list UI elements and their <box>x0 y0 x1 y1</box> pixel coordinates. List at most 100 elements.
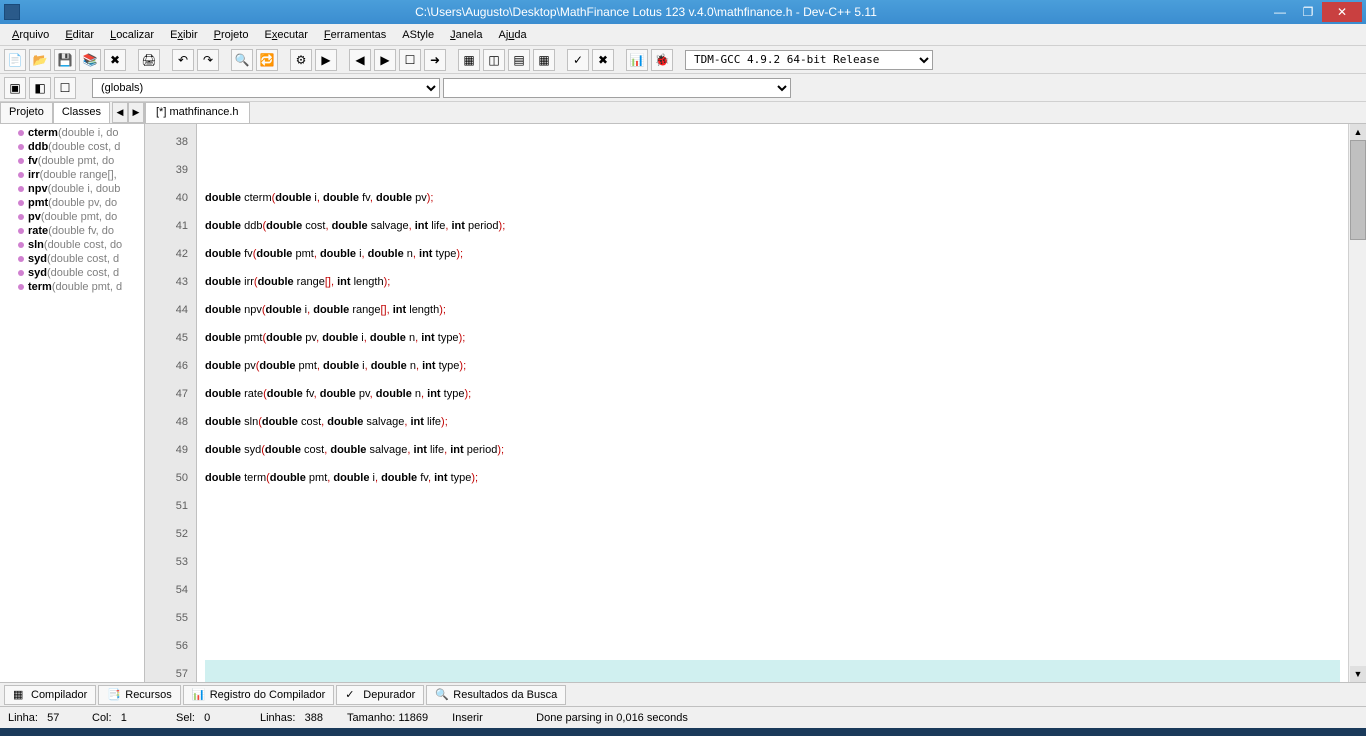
minimize-button[interactable]: — <box>1266 2 1294 22</box>
sidebar-tab-classes[interactable]: Classes <box>53 102 110 123</box>
tab-depurador[interactable]: ✓Depurador <box>336 685 424 705</box>
menu-ferramentas[interactable]: Ferramentas <box>316 27 394 43</box>
scroll-down-icon[interactable]: ▼ <box>1350 666 1366 682</box>
tab-label: Recursos <box>125 689 171 701</box>
menu-label: da <box>514 29 526 41</box>
class-item[interactable]: rate (double fv, do <box>2 224 142 238</box>
insert-button[interactable]: ◧ <box>29 77 51 99</box>
class-item[interactable]: cterm (double i, do <box>2 126 142 140</box>
class-item[interactable]: ddb (double cost, d <box>2 140 142 154</box>
close-button[interactable]: ✕ <box>1322 2 1362 22</box>
tab-compilador[interactable]: ▦Compilador <box>4 685 96 705</box>
class-item[interactable]: npv (double i, doub <box>2 182 142 196</box>
code-content[interactable]: double cterm(double i, double fv, double… <box>197 124 1348 682</box>
menu-janela[interactable]: Janela <box>442 27 490 43</box>
compile-button[interactable]: ⚙ <box>290 49 312 71</box>
save-all-button[interactable]: 📚 <box>79 49 101 71</box>
grid1-icon[interactable]: ▦ <box>458 49 480 71</box>
menu-label: rquivo <box>19 29 49 41</box>
function-icon <box>18 256 24 262</box>
function-icon <box>18 228 24 234</box>
function-signature: (double pmt, d <box>52 281 122 293</box>
class-item[interactable]: fv (double pmt, do <box>2 154 142 168</box>
function-signature: (double i, doub <box>48 183 121 195</box>
menu-label: erramentas <box>331 29 387 41</box>
debug-button[interactable]: 🐞 <box>651 49 673 71</box>
nav-fwd-button[interactable]: ▶ <box>374 49 396 71</box>
vertical-scrollbar[interactable]: ▲ ▼ <box>1348 124 1366 682</box>
grid2-icon[interactable]: ◫ <box>483 49 505 71</box>
compiler-select[interactable]: TDM-GCC 4.9.2 64-bit Release <box>685 50 933 70</box>
status-sel: Sel: 0 <box>176 712 236 724</box>
new-class-button[interactable]: ▣ <box>4 77 26 99</box>
menu-ajuda[interactable]: Ajuda <box>491 27 535 43</box>
sidebar-scroll-left[interactable]: ◀ <box>112 102 128 123</box>
sidebar: Projeto Classes ◀ ▶ cterm (double i, dod… <box>0 102 145 682</box>
function-icon <box>18 242 24 248</box>
bookmark2-button[interactable]: ☐ <box>54 77 76 99</box>
member-select[interactable] <box>443 78 791 98</box>
class-item[interactable]: irr (double range[], <box>2 168 142 182</box>
new-file-button[interactable]: 📄 <box>4 49 26 71</box>
goto-button[interactable]: ➜ <box>424 49 446 71</box>
menu-localizar[interactable]: Localizar <box>102 27 162 43</box>
save-button[interactable]: 💾 <box>54 49 76 71</box>
print-button[interactable]: 🖨 <box>138 49 160 71</box>
run-button[interactable]: ▶ <box>315 49 337 71</box>
menu-label: ecutar <box>277 29 308 41</box>
undo-button[interactable]: ↶ <box>172 49 194 71</box>
function-signature: (double fv, do <box>48 225 114 237</box>
menu-projeto[interactable]: Projeto <box>206 27 257 43</box>
menu-editar[interactable]: Editar <box>57 27 102 43</box>
tab-registro[interactable]: 📊Registro do Compilador <box>183 685 335 705</box>
class-item[interactable]: syd (double cost, d <box>2 252 142 266</box>
class-item[interactable]: pv (double pmt, do <box>2 210 142 224</box>
replace-button[interactable]: 🔁 <box>256 49 278 71</box>
class-item[interactable]: sln (double cost, do <box>2 238 142 252</box>
status-linhas: Linhas: 388 <box>260 712 323 724</box>
bookmark-button[interactable]: ☐ <box>399 49 421 71</box>
profile-button[interactable]: 📊 <box>626 49 648 71</box>
function-icon <box>18 158 24 164</box>
titlebar: C:\Users\Augusto\Desktop\MathFinance Lot… <box>0 0 1366 24</box>
cancel-button[interactable]: ✖ <box>592 49 614 71</box>
menu-astyle[interactable]: AStyle <box>394 27 442 43</box>
find-button[interactable]: 🔍 <box>231 49 253 71</box>
open-file-button[interactable]: 📂 <box>29 49 51 71</box>
function-name: syd <box>28 253 47 265</box>
search-icon: 🔍 <box>435 688 449 702</box>
scroll-up-icon[interactable]: ▲ <box>1350 124 1366 140</box>
sidebar-tab-projeto[interactable]: Projeto <box>0 102 53 123</box>
grid3-icon[interactable]: ▤ <box>508 49 530 71</box>
function-name: pmt <box>28 197 48 209</box>
function-name: syd <box>28 267 47 279</box>
function-signature: (double cost, do <box>44 239 122 251</box>
grid4-icon[interactable]: ▦ <box>533 49 555 71</box>
function-name: irr <box>28 169 40 181</box>
scroll-thumb[interactable] <box>1350 140 1366 240</box>
code-editor[interactable]: 3839404142434445464748495051525354555657… <box>145 124 1366 682</box>
menu-label: anela <box>456 29 483 41</box>
menu-label: rojeto <box>221 29 249 41</box>
scope-select[interactable]: (globals) <box>92 78 440 98</box>
editor-tab-mathfinance[interactable]: [*] mathfinance.h <box>145 102 250 123</box>
tab-resultados[interactable]: 🔍Resultados da Busca <box>426 685 566 705</box>
menu-arquivo[interactable]: Arquivo <box>4 27 57 43</box>
class-item[interactable]: term (double pmt, d <box>2 280 142 294</box>
class-item[interactable]: syd (double cost, d <box>2 266 142 280</box>
resource-icon: 📑 <box>107 688 121 702</box>
sidebar-scroll-right[interactable]: ▶ <box>128 102 144 123</box>
check-button[interactable]: ✓ <box>567 49 589 71</box>
class-item[interactable]: pmt (double pv, do <box>2 196 142 210</box>
menu-exibir[interactable]: Exibir <box>162 27 206 43</box>
menu-executar[interactable]: Executar <box>256 27 315 43</box>
tab-recursos[interactable]: 📑 Recursos <box>98 685 180 705</box>
nav-back-button[interactable]: ◀ <box>349 49 371 71</box>
maximize-button[interactable]: ❐ <box>1294 2 1322 22</box>
function-icon <box>18 144 24 150</box>
function-signature: (double cost, d <box>48 141 120 153</box>
redo-button[interactable]: ↷ <box>197 49 219 71</box>
menu-label: ibir <box>183 29 198 41</box>
function-name: fv <box>28 155 38 167</box>
close-file-button[interactable]: ✖ <box>104 49 126 71</box>
